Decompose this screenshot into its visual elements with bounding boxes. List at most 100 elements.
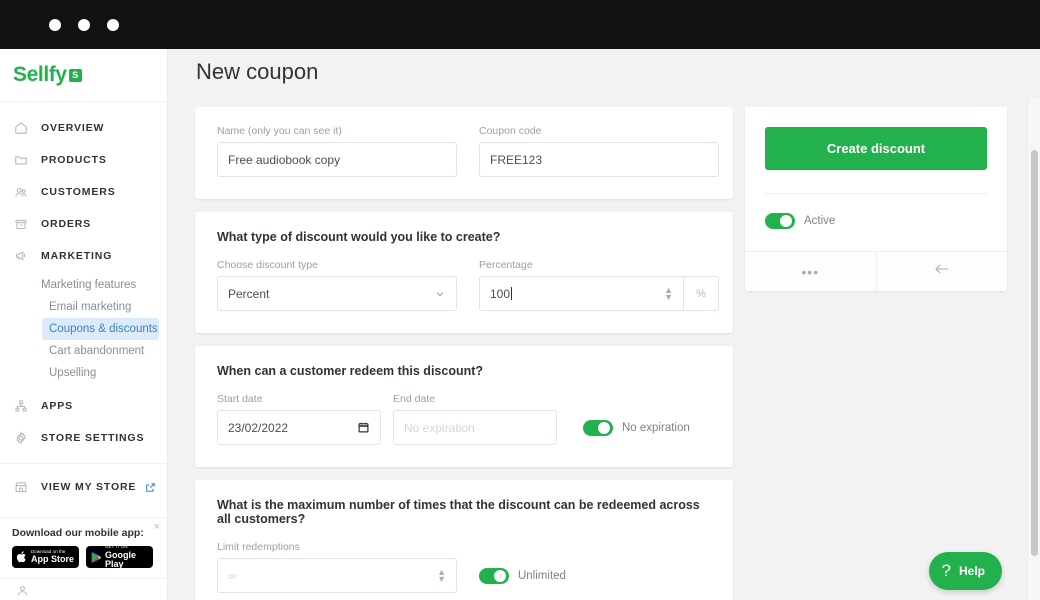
sidebar-label-products: PRODUCTS (41, 154, 107, 166)
redemption-limit-card: What is the maximum number of times that… (195, 480, 733, 600)
coupon-code-input[interactable]: FREE123 (479, 142, 719, 177)
sidebar-item-overview[interactable]: OVERVIEW (0, 112, 167, 144)
chevron-down-icon (434, 288, 446, 300)
sidebar-label-apps: APPS (41, 400, 73, 412)
sidebar-label-customers: CUSTOMERS (41, 186, 116, 198)
submenu-item-coupons-discounts[interactable]: Coupons & discounts (42, 318, 159, 340)
more-options-button[interactable]: ••• (745, 252, 877, 291)
field-spacer (457, 259, 479, 311)
active-toggle[interactable] (765, 213, 795, 229)
page-scrollbar[interactable] (1027, 98, 1040, 600)
sidebar-item-apps[interactable]: APPS (0, 390, 167, 422)
unlimited-toggle[interactable] (479, 567, 509, 584)
redemption-limit-question: What is the maximum number of times that… (217, 498, 700, 526)
browser-chrome (0, 0, 1040, 49)
percentage-value: 100 (490, 286, 511, 301)
coupon-name-label: Name (only you can see it) (217, 125, 342, 137)
number-stepper[interactable]: ▲ ▼ (664, 285, 673, 301)
start-date-label: Start date (217, 393, 263, 405)
no-expiration-toggle[interactable] (583, 419, 613, 436)
sellfy-logo[interactable]: Sellfy S (0, 49, 167, 102)
page-title: New coupon (196, 59, 319, 84)
sidebar-divider (0, 463, 167, 464)
limit-redemptions-label: Limit redemptions (217, 541, 300, 553)
app-store-badge[interactable]: Download on the App Store (12, 546, 79, 568)
submenu-item-upselling[interactable]: Upselling (42, 362, 159, 384)
start-date-field-group: Start date 23/02/2022 (217, 393, 381, 445)
gear-icon (14, 430, 34, 446)
percentage-suffix: % (684, 276, 719, 311)
sidebar-item-marketing[interactable]: MARKETING (0, 240, 167, 272)
orders-icon (14, 216, 34, 232)
coupon-name-value: Free audiobook copy (228, 152, 341, 167)
home-icon (14, 120, 34, 136)
form-column: Name (only you can see it) Free audioboo… (195, 107, 733, 600)
window-traffic-lights (49, 19, 119, 31)
account-icon[interactable] (16, 584, 29, 597)
percentage-input-group: 100 ▲ ▼ % (479, 276, 719, 311)
sidebar-label-overview: OVERVIEW (41, 122, 105, 134)
submenu-item-email-marketing[interactable]: Email marketing (42, 296, 159, 318)
promo-title: Download our mobile app: (12, 527, 144, 539)
app-store-big-label: App Store (31, 554, 75, 565)
window-minimize-dot[interactable] (78, 19, 90, 31)
app-store-text: Download on the App Store (31, 549, 75, 565)
discount-type-question: What type of discount would you like to … (217, 230, 501, 244)
submenu-label: Email marketing (49, 301, 132, 313)
window-maximize-dot[interactable] (107, 19, 119, 31)
redeem-window-card: When can a customer redeem this discount… (195, 346, 733, 467)
google-play-badge[interactable]: GET IT ON Google Play (86, 544, 153, 568)
coupon-name-input[interactable]: Free audiobook copy (217, 142, 457, 177)
coupon-basics-card: Name (only you can see it) Free audioboo… (195, 107, 733, 199)
google-play-icon (90, 551, 102, 564)
close-icon[interactable]: × (154, 522, 160, 533)
coupon-code-label: Coupon code (479, 125, 542, 137)
sidebar-item-orders[interactable]: ORDERS (0, 208, 167, 240)
create-discount-button[interactable]: Create discount (765, 127, 987, 170)
percentage-label: Percentage (479, 259, 533, 271)
limit-redemptions-placeholder: ∞ (228, 568, 237, 583)
window-close-dot[interactable] (49, 19, 61, 31)
active-toggle-label: Active (804, 215, 836, 227)
sidebar-item-customers[interactable]: CUSTOMERS (0, 176, 167, 208)
main-content: New coupon Name (only you can see it) Fr… (168, 49, 1027, 600)
more-options-label: ••• (801, 263, 820, 280)
app-viewport: Sellfy S OVERVIEW PRODUCTS CUSTOMERS ORD… (0, 49, 1040, 600)
calendar-icon[interactable] (357, 421, 370, 434)
help-label: Help (958, 564, 985, 578)
submenu-item-marketing-features[interactable]: Marketing features (34, 274, 159, 296)
app-badges: Download on the App Store GET IT ON Goog… (12, 544, 157, 568)
discount-type-label: Choose discount type (217, 259, 318, 271)
megaphone-icon (14, 248, 34, 264)
redemption-limit-fields-row: Limit redemptions ∞ ▲ ▼ Unlimited (217, 541, 711, 593)
back-button[interactable] (877, 252, 1008, 291)
limit-redemptions-input[interactable]: ∞ ▲ ▼ (217, 558, 457, 593)
sidebar-item-products[interactable]: PRODUCTS (0, 144, 167, 176)
no-expiration-toggle-group: No expiration (583, 410, 690, 445)
sidebar-label-store-settings: STORE SETTINGS (41, 432, 145, 444)
scrollbar-thumb[interactable] (1031, 150, 1038, 556)
discount-type-select[interactable]: Percent (217, 276, 457, 311)
number-stepper[interactable]: ▲ ▼ (437, 567, 446, 583)
end-date-placeholder: No expiration (404, 420, 475, 435)
action-panel-body: Create discount Active (745, 107, 1007, 251)
action-column: Create discount Active ••• (745, 107, 1007, 600)
end-date-input[interactable]: No expiration (393, 410, 557, 445)
sidebar-item-view-my-store[interactable]: VIEW MY STORE (0, 471, 167, 503)
submenu-item-cart-abandonment[interactable]: Cart abandonment (42, 340, 159, 362)
arrow-left-icon (934, 262, 950, 281)
percentage-input[interactable]: 100 ▲ ▼ (479, 276, 684, 311)
start-date-input[interactable]: 23/02/2022 (217, 410, 381, 445)
sidebar-label-view-my-store: VIEW MY STORE (41, 481, 137, 493)
unlimited-toggle-label: Unlimited (518, 569, 566, 582)
customers-icon (14, 184, 34, 200)
field-spacer (381, 393, 393, 445)
apps-icon (14, 398, 34, 414)
active-toggle-group: Active (765, 194, 987, 251)
external-link-icon[interactable] (145, 482, 156, 493)
help-widget[interactable]: ? Help (928, 552, 1002, 590)
start-date-value: 23/02/2022 (228, 420, 289, 435)
sidebar-footer (0, 578, 167, 600)
apple-logo-icon (16, 550, 28, 564)
sidebar-item-store-settings[interactable]: STORE SETTINGS (0, 422, 167, 454)
